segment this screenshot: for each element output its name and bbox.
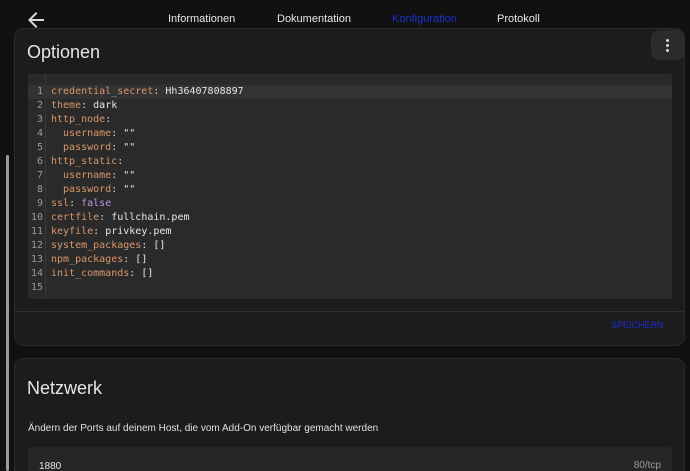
line-number: 11 [30, 226, 43, 237]
yaml-separator: : [111, 184, 124, 195]
yaml-key: theme [51, 100, 82, 111]
save-button[interactable]: SPEICHERN [611, 320, 664, 330]
yaml-key: http_static [51, 156, 118, 167]
port-suffix: 80/tcp [633, 460, 661, 471]
line-text: password: "" [51, 183, 135, 197]
yaml-key: init_commands [51, 268, 130, 279]
line-number: 4 [36, 128, 43, 139]
yaml-separator: : [81, 100, 94, 111]
code-line[interactable]: 7 username: "" [28, 169, 672, 183]
code-line[interactable]: 10 certfile: fullchain.pem [28, 211, 672, 225]
yaml-separator: : [105, 114, 112, 125]
yaml-value: Hh36407808897 [165, 86, 244, 97]
yaml-value: "" [123, 170, 136, 181]
line-number: 5 [36, 142, 43, 153]
line-text: username: "" [51, 127, 135, 141]
line-number: 7 [36, 170, 43, 181]
yaml-separator: : [69, 198, 82, 209]
line-text: certfile: fullchain.pem [51, 211, 190, 225]
line-text: http_node: [51, 113, 111, 127]
yaml-separator: : [117, 156, 124, 167]
line-text: ssl: false [51, 197, 111, 211]
line-text: password: "" [51, 141, 135, 155]
yaml-separator: : [99, 212, 112, 223]
more-vertical-icon [666, 39, 669, 42]
yaml-value: dark [93, 100, 118, 111]
yaml-key: username [51, 170, 112, 181]
yaml-separator: : [111, 128, 124, 139]
line-number: 15 [30, 282, 43, 293]
yaml-key: npm_packages [51, 254, 124, 265]
code-line[interactable]: 12 system_packages: [] [28, 239, 672, 253]
yaml-value: fullchain.pem [111, 212, 190, 223]
code-line[interactable]: 9 ssl: false [28, 197, 672, 211]
line-number: 3 [36, 114, 43, 125]
network-title: Netzwerk [27, 378, 103, 398]
line-text: username: "" [51, 169, 135, 183]
scrollbar-thumb[interactable] [6, 155, 9, 471]
yaml-separator: : [123, 254, 136, 265]
code-line[interactable]: 14 init_commands: [] [28, 267, 672, 281]
line-number: 9 [36, 198, 43, 209]
more-vertical-icon-dot [666, 44, 669, 47]
options-title: Optionen [27, 42, 101, 62]
line-number: 10 [30, 212, 43, 223]
code-line[interactable]: 13 npm_packages: [] [28, 253, 672, 267]
line-number: 1 [36, 86, 43, 97]
yaml-value: false [81, 198, 112, 209]
yaml-separator: : [141, 240, 154, 251]
yaml-separator: : [111, 142, 124, 153]
yaml-key: keyfile [51, 226, 94, 237]
code-line[interactable]: 4 username: "" [28, 127, 672, 141]
line-text: init_commands: [] [51, 267, 153, 281]
line-number: 12 [30, 240, 43, 251]
yaml-key: password [51, 142, 112, 153]
yaml-value: [] [135, 254, 148, 265]
yaml-separator: : [129, 268, 142, 279]
card-actions-divider [15, 311, 684, 312]
yaml-value: [] [153, 240, 166, 251]
yaml-value: [] [141, 268, 154, 279]
yaml-key: certfile [51, 212, 100, 223]
yaml-separator: : [93, 226, 106, 237]
code-line[interactable]: 5 password: "" [28, 141, 672, 155]
line-number: 13 [30, 254, 43, 265]
yaml-key: http_node [51, 114, 106, 125]
line-number: 6 [36, 156, 43, 167]
yaml-separator: : [153, 86, 166, 97]
yaml-key: password [51, 184, 112, 195]
code-line[interactable]: 6 http_static: [28, 155, 672, 169]
options-menu-button[interactable] [651, 30, 685, 60]
line-number: 8 [36, 184, 43, 195]
yaml-value: privkey.pem [105, 226, 172, 237]
code-line[interactable]: 2 theme: dark [28, 99, 672, 113]
yaml-key: ssl [51, 198, 70, 209]
yaml-key: credential_secret [51, 86, 154, 97]
yaml-value: "" [123, 142, 136, 153]
code-line[interactable]: 8 password: "" [28, 183, 672, 197]
yaml-key: username [51, 128, 112, 139]
line-text: npm_packages: [] [51, 253, 147, 267]
line-text: keyfile: privkey.pem [51, 225, 171, 239]
network-description: Ändern der Ports auf deinem Host, die vo… [28, 423, 379, 434]
yaml-separator: : [111, 170, 124, 181]
yaml-value: "" [123, 184, 136, 195]
yaml-value: "" [123, 128, 136, 139]
line-text: system_packages: [] [51, 239, 165, 253]
code-line[interactable]: 15 [28, 281, 672, 295]
port-field: 80/tcp [28, 447, 672, 471]
more-vertical-icon-dot [666, 49, 669, 52]
port-input[interactable] [28, 447, 618, 471]
code-line[interactable]: 3 http_node: [28, 113, 672, 127]
yaml-editor[interactable]: 1 credential_secret: Hh36407808897 2 theme:… [28, 74, 672, 299]
line-text: theme: dark [51, 99, 117, 113]
yaml-key: system_packages [51, 240, 142, 251]
line-number: 2 [36, 100, 43, 111]
code-line[interactable]: 11 keyfile: privkey.pem [28, 225, 672, 239]
line-number: 14 [30, 268, 43, 279]
line-text: http_static: [51, 155, 123, 169]
line-text: credential_secret: Hh36407808897 [51, 85, 244, 99]
code-line[interactable]: 1 credential_secret: Hh36407808897 [28, 85, 672, 99]
